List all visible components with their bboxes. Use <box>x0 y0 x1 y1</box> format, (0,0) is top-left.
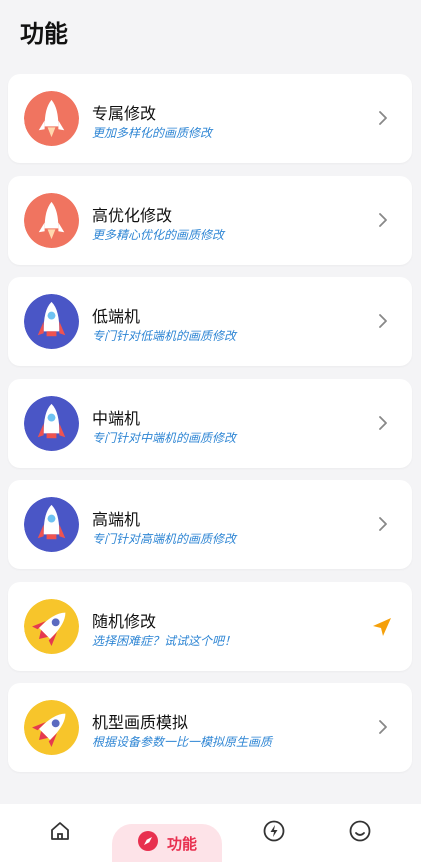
item-title: 高端机 <box>92 510 141 529</box>
chevron-right-icon <box>378 719 388 735</box>
item-title: 低端机 <box>92 307 141 326</box>
item-title: 中端机 <box>92 408 141 428</box>
chevron-right-icon <box>378 415 388 431</box>
item-title: 机型画质模拟 <box>92 713 189 732</box>
smiley-icon <box>349 820 371 846</box>
list-item-device-simulation[interactable]: 机型画质模拟 根据设备参数一比一模拟原生画质 <box>8 683 412 772</box>
lightning-icon <box>263 820 285 846</box>
item-title: 随机修改 <box>92 611 157 631</box>
bottom-nav: 功能 <box>0 804 421 862</box>
list-item-mid-range[interactable]: 中端机 专门针对中端机的画质修改 <box>8 378 412 468</box>
list-item-exclusive[interactable]: 专属修改 更加多样化的画质修改 <box>8 74 412 163</box>
send-arrow-icon <box>372 617 392 637</box>
item-subtitle: 更多精心优化的画质修改 <box>92 227 225 242</box>
nav-boost[interactable] <box>252 804 296 862</box>
item-title: 高优化修改 <box>92 205 173 225</box>
blue-rocket-icon <box>24 395 79 451</box>
red-rocket-icon <box>24 192 79 248</box>
list-item-random[interactable]: 随机修改 选择困难症？试试这个吧！ <box>8 581 412 671</box>
blue-rocket-icon <box>24 497 79 552</box>
list-item-high-optimization[interactable]: 高优化修改 更多精心优化的画质修改 <box>8 175 412 265</box>
chevron-right-icon <box>378 516 388 532</box>
list-item-high-end[interactable]: 高端机 专门针对高端机的画质修改 <box>8 480 412 569</box>
item-subtitle: 专门针对低端机的画质修改 <box>92 329 237 343</box>
item-subtitle: 选择困难症？试试这个吧！ <box>92 633 237 648</box>
feature-list: 专属修改 更加多样化的画质修改 高优化修改 更多精心优化的画质修改 低端机 专门… <box>8 74 412 785</box>
chevron-right-icon <box>378 313 388 329</box>
item-subtitle: 专门针对高端机的画质修改 <box>92 532 237 546</box>
page-title: 功能 <box>20 20 68 48</box>
item-subtitle: 根据设备参数一比一模拟原生画质 <box>92 735 273 749</box>
chevron-right-icon <box>378 110 388 126</box>
nav-features-label: 功能 <box>166 834 197 853</box>
nav-profile[interactable] <box>338 804 382 862</box>
yellow-rocket-icon <box>24 700 79 755</box>
list-item-low-end[interactable]: 低端机 专门针对低端机的画质修改 <box>8 277 412 366</box>
item-subtitle: 专门针对中端机的画质修改 <box>92 430 237 445</box>
item-title: 专属修改 <box>92 104 157 123</box>
chevron-right-icon <box>378 212 388 228</box>
item-subtitle: 更加多样化的画质修改 <box>92 126 213 140</box>
home-icon <box>49 820 71 846</box>
blue-rocket-icon <box>24 294 79 349</box>
yellow-rocket-icon <box>24 598 79 654</box>
nav-features[interactable]: 功能 <box>112 824 222 862</box>
nav-home[interactable] <box>38 804 82 862</box>
compass-icon <box>137 830 159 856</box>
red-rocket-icon <box>24 91 79 146</box>
